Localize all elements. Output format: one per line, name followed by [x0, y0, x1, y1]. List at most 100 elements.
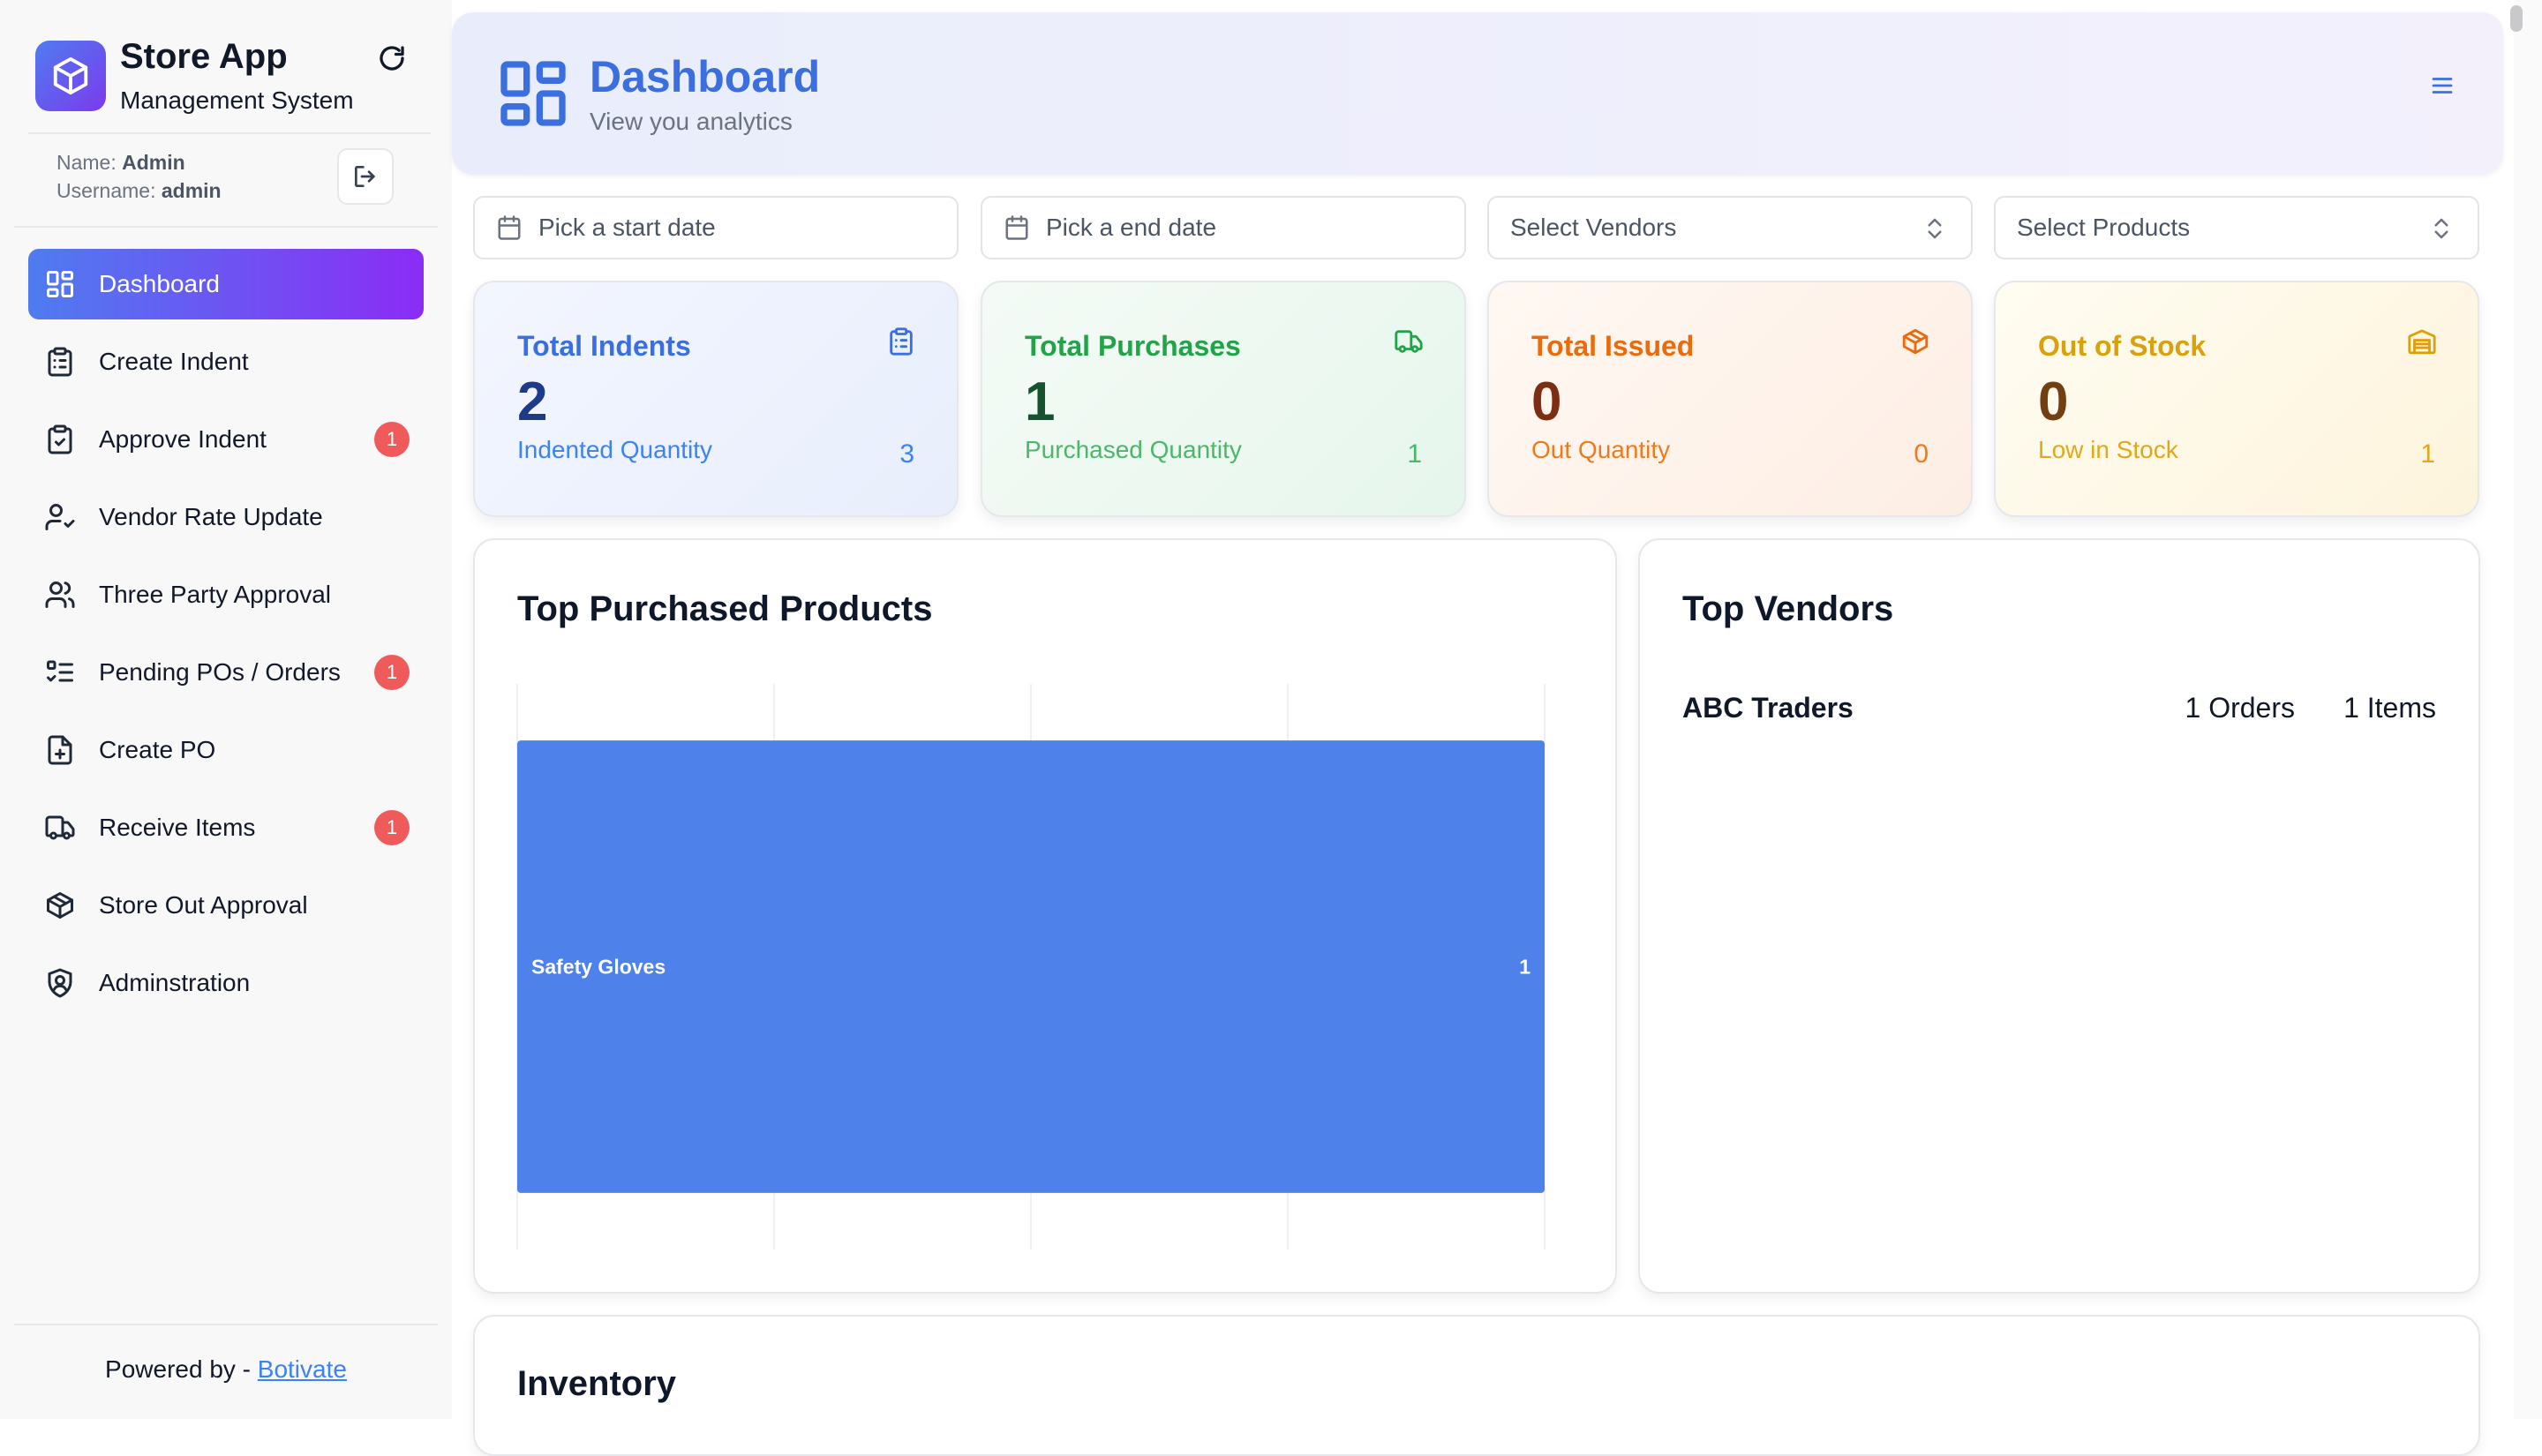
- start-date-picker[interactable]: Pick a start date: [473, 196, 959, 259]
- page-scrollbar[interactable]: [2514, 0, 2542, 1419]
- footer-prefix: Powered by -: [105, 1355, 258, 1383]
- clipboard-check-icon: [42, 422, 78, 457]
- divider: [14, 1324, 438, 1325]
- truck-icon: [42, 810, 78, 845]
- stat-count: 3: [899, 439, 914, 469]
- sidebar-item-three-party-approval[interactable]: Three Party Approval: [28, 559, 424, 630]
- stat-label: Low in Stock: [2038, 436, 2178, 463]
- clipboard-list-icon: [42, 344, 78, 379]
- stat-count: 1: [2420, 439, 2435, 469]
- sidebar-item-create-po[interactable]: Create PO: [28, 715, 424, 785]
- sidebar-item-vendor-rate-update[interactable]: Vendor Rate Update: [28, 482, 424, 552]
- user-check-icon: [42, 499, 78, 535]
- stat-count: 1: [1407, 439, 1422, 469]
- app-logo: [35, 41, 106, 111]
- sidebar-item-label: Vendor Rate Update: [99, 503, 323, 530]
- stat-value: 0: [2038, 372, 2069, 432]
- sidebar-item-label: Create Indent: [99, 348, 249, 375]
- file-plus-icon: [42, 732, 78, 768]
- inventory-panel: Inventory: [473, 1315, 2480, 1456]
- scrollbar-thumb[interactable]: [2510, 5, 2523, 32]
- vendors-placeholder: Select Vendors: [1510, 214, 1677, 241]
- bar[interactable]: [517, 740, 1545, 1193]
- calendar-icon: [498, 215, 521, 240]
- top-products-chart: Safety Gloves 1: [516, 684, 1546, 1250]
- top-vendors-panel: Top Vendors ABC Traders 1 Orders 1 Items: [1638, 538, 2480, 1294]
- stat-label: Out Quantity: [1531, 436, 1671, 463]
- stat-card-out-of-stock: Out of Stock 0 Low in Stock 1: [1994, 281, 2479, 517]
- username-label: Username:: [56, 179, 156, 202]
- package-check-icon: [42, 888, 78, 923]
- divider: [28, 132, 431, 134]
- layout-dashboard-icon: [42, 266, 78, 302]
- sidebar-item-create-indent[interactable]: Create Indent: [28, 326, 424, 397]
- footer: Powered by - Botivate: [0, 1355, 452, 1384]
- stat-count: 0: [1914, 439, 1929, 469]
- name-label: Name:: [56, 151, 117, 174]
- sidebar-item-label: Pending POs / Orders: [99, 658, 341, 686]
- stat-value: 0: [1531, 372, 1562, 432]
- stat-card-total-purchases: Total Purchases 1 Purchased Quantity 1: [981, 281, 1466, 517]
- sidebar-item-label: Receive Items: [99, 814, 256, 841]
- page-title: Dashboard: [590, 52, 821, 101]
- package-icon: [1900, 326, 1930, 356]
- menu-icon[interactable]: [2429, 72, 2456, 99]
- vendors-select[interactable]: Select Vendors: [1487, 196, 1973, 259]
- user-info: Name: Admin Username: admin: [56, 148, 222, 205]
- page-subtitle: View you analytics: [590, 108, 793, 135]
- sidebar-item-label: Dashboard: [99, 270, 220, 297]
- truck-icon: [1394, 326, 1424, 356]
- sidebar-item-dashboard[interactable]: Dashboard: [28, 249, 424, 319]
- sidebar-item-label: Store Out Approval: [99, 891, 308, 919]
- users-icon: [42, 577, 78, 612]
- stat-label: Indented Quantity: [517, 436, 713, 463]
- sidebar-item-adminstration[interactable]: Adminstration: [28, 948, 424, 1018]
- sidebar-item-approve-indent[interactable]: Approve Indent 1: [28, 404, 424, 475]
- sidebar-item-label: Approve Indent: [99, 425, 267, 453]
- layout-dashboard-icon: [494, 55, 572, 132]
- sidebar-item-store-out-approval[interactable]: Store Out Approval: [28, 870, 424, 941]
- bar-value-label: 1: [1519, 956, 1530, 979]
- vendor-row: ABC Traders 1 Orders 1 Items: [1682, 692, 2436, 727]
- stat-card-total-issued: Total Issued 0 Out Quantity 0: [1487, 281, 1973, 517]
- chevrons-up-down-icon: [1928, 218, 1942, 239]
- sidebar-item-label: Adminstration: [99, 969, 251, 996]
- end-date-placeholder: Pick a end date: [1046, 214, 1217, 241]
- clipboard-list-icon: [886, 326, 916, 356]
- shield-user-icon: [42, 965, 78, 1001]
- log-out-icon: [355, 166, 375, 187]
- stat-title: Total Purchases: [1025, 330, 1241, 362]
- vendor-items: 1 Items: [2343, 692, 2436, 724]
- botivate-link[interactable]: Botivate: [258, 1355, 347, 1383]
- top-vendors-title: Top Vendors: [1682, 589, 1894, 628]
- package-icon: [53, 56, 88, 95]
- sidebar: Store App Management System Name: Admin …: [0, 0, 452, 1419]
- chevrons-up-down-icon: [2434, 218, 2448, 239]
- sidebar-item-pending-pos[interactable]: Pending POs / Orders 1: [28, 637, 424, 708]
- stat-value: 2: [517, 372, 548, 432]
- end-date-picker[interactable]: Pick a end date: [981, 196, 1466, 259]
- logout-button[interactable]: [337, 148, 394, 205]
- products-placeholder: Select Products: [2017, 214, 2191, 241]
- app-subtitle: Management System: [120, 86, 354, 114]
- top-products-panel: Top Purchased Products Safety Gloves 1: [473, 538, 1617, 1294]
- warehouse-icon: [2407, 326, 2437, 356]
- sidebar-item-receive-items[interactable]: Receive Items 1: [28, 792, 424, 863]
- vendor-orders: 1 Orders: [2185, 692, 2295, 724]
- calendar-icon: [1005, 215, 1028, 240]
- app-name: Store App: [120, 37, 288, 76]
- products-select[interactable]: Select Products: [1994, 196, 2479, 259]
- sidebar-item-label: Create PO: [99, 736, 216, 763]
- start-date-placeholder: Pick a start date: [538, 214, 716, 241]
- stat-value: 1: [1025, 372, 1056, 432]
- notification-badge: 1: [374, 422, 410, 457]
- inventory-title: Inventory: [517, 1364, 677, 1403]
- list-todo-icon: [42, 655, 78, 690]
- stat-title: Total Issued: [1531, 330, 1695, 362]
- notification-badge: 1: [374, 655, 410, 690]
- divider: [14, 226, 438, 228]
- user-username: admin: [161, 179, 222, 202]
- refresh-icon[interactable]: [376, 42, 408, 74]
- vendor-name: ABC Traders: [1682, 692, 1854, 724]
- stat-card-total-indents: Total Indents 2 Indented Quantity 3: [473, 281, 959, 517]
